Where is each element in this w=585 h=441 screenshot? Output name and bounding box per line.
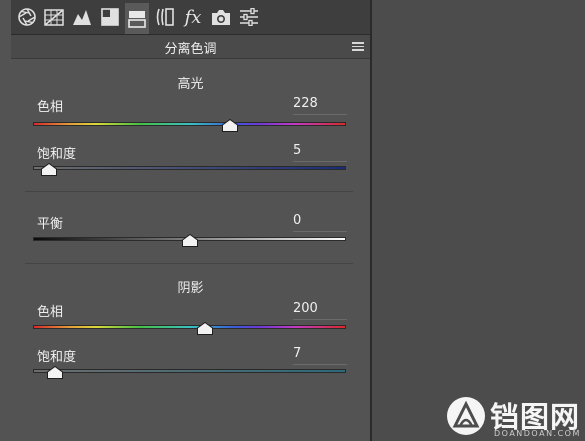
highlights-saturation-value[interactable]: 5 <box>293 143 347 162</box>
tab-camera-calibration[interactable] <box>209 5 233 29</box>
shadows-saturation-slider-track[interactable] <box>33 369 346 373</box>
detail-triangle-icon <box>73 10 91 25</box>
tab-lens-corrections[interactable] <box>153 5 177 29</box>
tone-curve-grid-icon <box>44 8 64 26</box>
panel-tab-bar: fx <box>11 0 370 35</box>
tab-detail[interactable] <box>70 5 94 29</box>
watermark-subtext: DOANDOAN.COM <box>494 429 581 438</box>
shadows-hue-slider-thumb[interactable] <box>197 320 214 335</box>
watermark: 铛图网 DOANDOAN.COM <box>446 396 581 440</box>
left-edge <box>0 0 11 441</box>
tab-basic[interactable] <box>15 5 39 29</box>
highlights-hue-label: 色相 <box>37 100 64 115</box>
tab-presets[interactable] <box>237 5 261 29</box>
balance-label: 平衡 <box>37 217 64 232</box>
highlights-hue-slider-track[interactable] <box>33 122 346 126</box>
hsl-icon <box>101 8 119 26</box>
panel-title: 分离色调 <box>164 42 217 57</box>
tab-tone-curve[interactable] <box>42 5 66 29</box>
shadows-title: 阴影 <box>177 281 204 296</box>
balance-slider-thumb[interactable] <box>181 232 198 247</box>
shadows-hue-label: 色相 <box>37 305 64 320</box>
watermark-logo-icon <box>447 397 485 435</box>
highlights-saturation-slider-track[interactable] <box>33 166 346 170</box>
camera-calibration-icon <box>212 9 230 25</box>
aperture-icon <box>18 8 36 26</box>
panel-menu-icon[interactable] <box>352 42 364 51</box>
highlights-title: 高光 <box>177 77 204 92</box>
highlights-hue-slider-thumb[interactable] <box>222 117 239 132</box>
tab-hsl[interactable] <box>98 5 122 29</box>
balance-value[interactable]: 0 <box>293 213 347 232</box>
shadows-saturation-label: 饱和度 <box>37 350 77 365</box>
highlights-hue-value[interactable]: 228 <box>293 96 347 115</box>
sliders-icon <box>240 8 258 26</box>
split-toning-icon <box>128 10 146 28</box>
split-toning-panel: fx 分离色调 高光 色相 228 饱和度 5 平衡 0 阴影 色相 200 饱… <box>11 0 370 441</box>
highlights-saturation-slider-thumb[interactable] <box>40 161 57 176</box>
effects-fx-icon: fx <box>184 6 202 28</box>
divider <box>25 191 353 192</box>
shadows-hue-slider-track[interactable] <box>33 325 346 329</box>
highlights-saturation-label: 饱和度 <box>37 147 77 162</box>
tab-split-toning[interactable] <box>125 3 149 34</box>
shadows-hue-value[interactable]: 200 <box>293 301 347 320</box>
tab-effects[interactable]: fx <box>181 5 205 29</box>
shadows-saturation-value[interactable]: 7 <box>293 346 347 365</box>
lens-corrections-icon <box>156 8 174 26</box>
image-canvas-area <box>372 0 585 441</box>
panel-header: 分离色调 <box>11 35 370 59</box>
shadows-saturation-slider-thumb[interactable] <box>46 364 63 379</box>
divider <box>25 263 353 264</box>
